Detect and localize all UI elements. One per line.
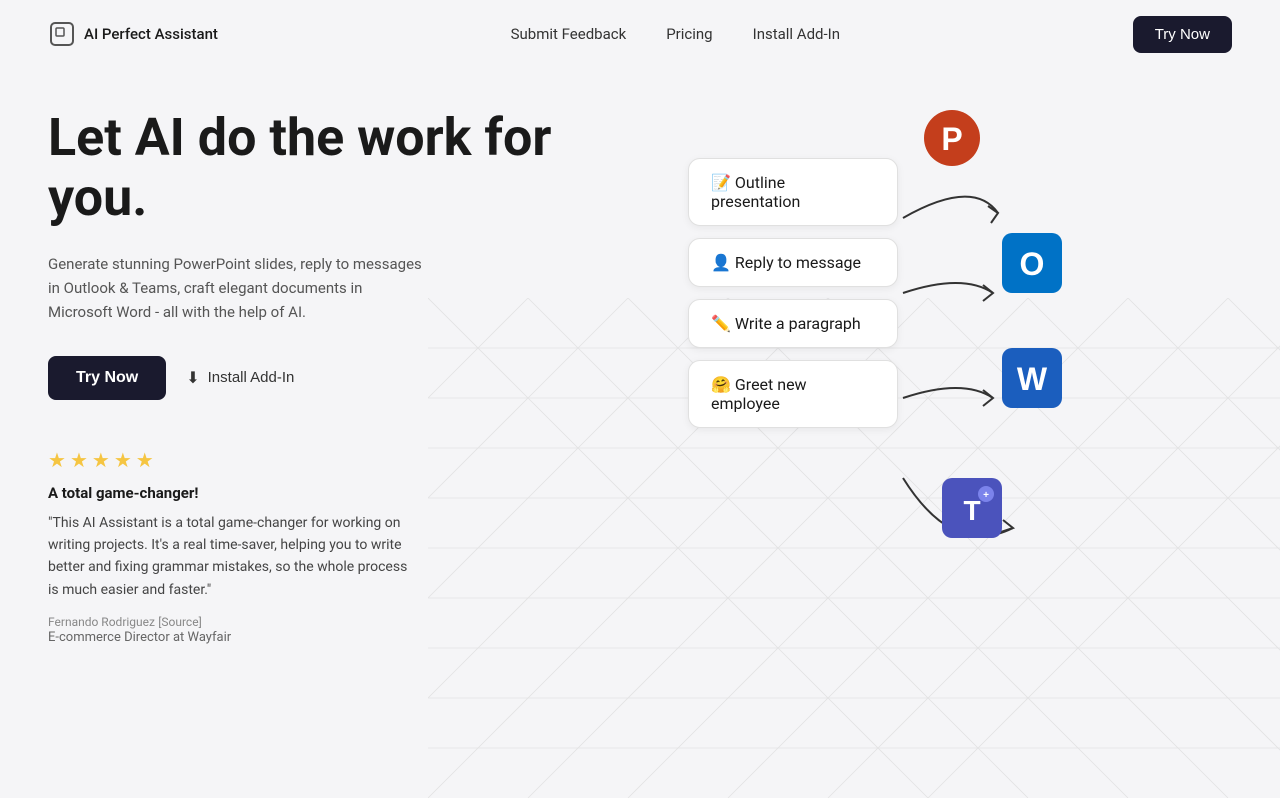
reviewer-source: [Source]: [158, 615, 202, 629]
hero-subtitle: Generate stunning PowerPoint slides, rep…: [48, 252, 428, 324]
arrow-to-powerpoint: [893, 158, 1013, 238]
svg-text:W: W: [1017, 361, 1048, 397]
navbar: AI Perfect Assistant Submit Feedback Pri…: [0, 0, 1280, 68]
main-content: Let AI do the work for you. Generate stu…: [0, 98, 1280, 678]
teams-app-icon: T +: [942, 478, 1002, 538]
svg-text:P: P: [941, 121, 962, 157]
nav-try-now-button[interactable]: Try Now: [1133, 16, 1232, 53]
svg-text:T: T: [963, 495, 980, 526]
logo-text: AI Perfect Assistant: [84, 25, 218, 43]
download-icon: ⬇: [186, 368, 199, 388]
svg-text:O: O: [1020, 246, 1045, 282]
arrow-to-outlook: [893, 263, 1013, 323]
nav-pricing[interactable]: Pricing: [666, 25, 712, 43]
star-2: ★: [70, 448, 88, 472]
logo[interactable]: AI Perfect Assistant: [48, 20, 218, 48]
nav-submit-feedback[interactable]: Submit Feedback: [511, 25, 627, 43]
word-app-icon: W: [1002, 348, 1062, 408]
nav-install-addon[interactable]: Install Add-In: [753, 25, 840, 43]
star-5: ★: [136, 448, 154, 472]
install-addon-button[interactable]: ⬇ Install Add-In: [186, 368, 294, 388]
powerpoint-app-icon: P: [922, 108, 982, 168]
logo-icon: [48, 20, 76, 48]
nav-links: Submit Feedback Pricing Install Add-In: [511, 25, 840, 43]
svg-text:+: +: [983, 490, 989, 501]
star-3: ★: [92, 448, 110, 472]
action-card-paragraph[interactable]: ✏️ Write a paragraph: [688, 299, 898, 348]
action-card-greet[interactable]: 🤗 Greet new employee: [688, 360, 898, 428]
hero-title: Let AI do the work for you.: [48, 108, 628, 228]
outlook-app-icon: O: [1002, 233, 1062, 293]
star-1: ★: [48, 448, 66, 472]
star-4: ★: [114, 448, 132, 472]
try-now-button[interactable]: Try Now: [48, 356, 166, 400]
action-cards: 📝 Outline presentation 👤 Reply to messag…: [688, 158, 898, 428]
install-label: Install Add-In: [208, 369, 295, 386]
action-card-outline[interactable]: 📝 Outline presentation: [688, 158, 898, 226]
review-text: "This AI Assistant is a total game-chang…: [48, 512, 408, 602]
right-column: 📝 Outline presentation 👤 Reply to messag…: [628, 98, 1232, 678]
arrow-to-word: [893, 368, 1013, 428]
action-card-reply[interactable]: 👤 Reply to message: [688, 238, 898, 287]
